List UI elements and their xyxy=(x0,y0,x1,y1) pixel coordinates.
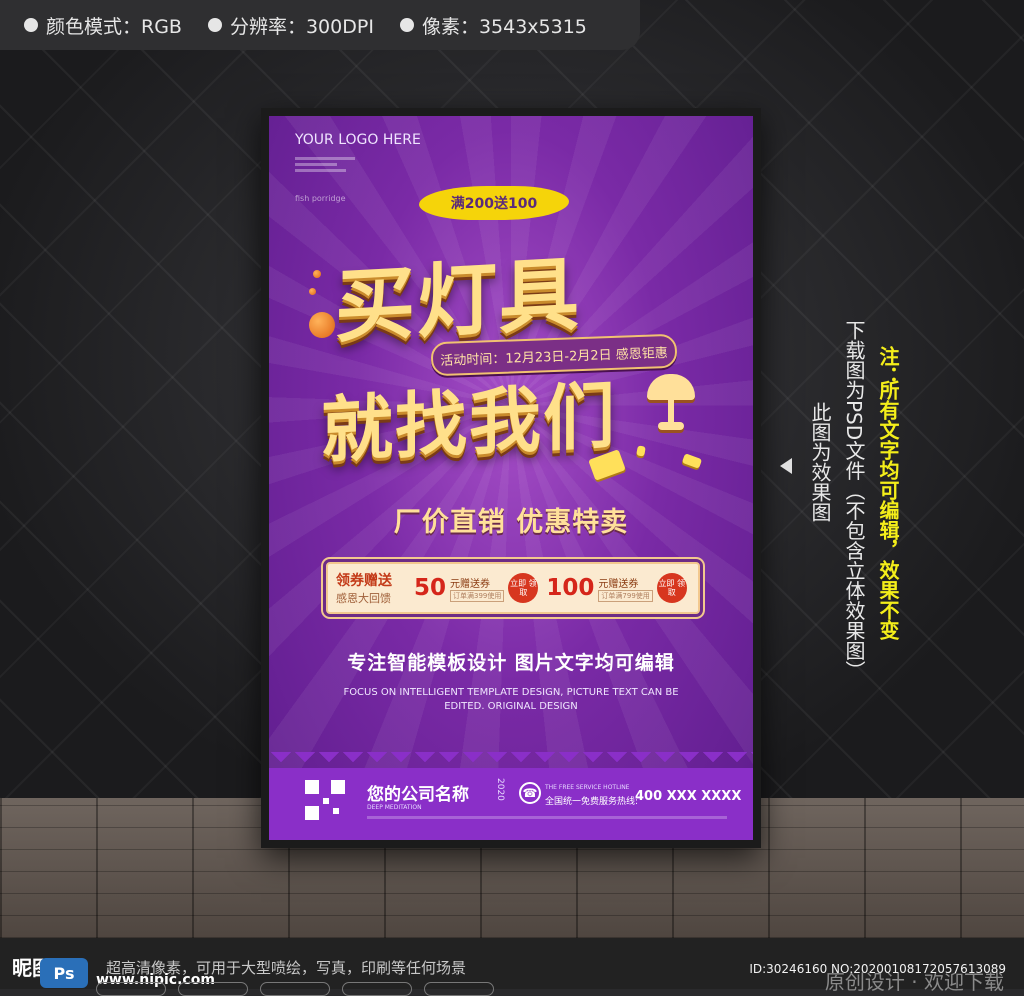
claim-button[interactable]: 立即 领取 xyxy=(656,573,687,603)
company-english: DEEP MEDITATION xyxy=(367,804,422,811)
tagline-english: FOCUS ON INTELLIGENT TEMPLATE DESIGN, PI… xyxy=(343,687,679,712)
hotline-english: THE FREE SERVICE HOTLINE xyxy=(545,784,630,791)
orange-dot-icon xyxy=(313,270,321,278)
coupon-amount: 100 xyxy=(546,575,595,601)
left-arrow-icon xyxy=(780,458,792,474)
headline-line2: 就找我们 xyxy=(321,373,618,473)
color-mode-info: 颜色模式：RGB xyxy=(24,12,182,39)
tag-chip[interactable] xyxy=(96,982,166,996)
pixels-text: 像素：3543x5315 xyxy=(421,15,587,38)
coupon-title: 领券赠送 xyxy=(336,573,392,589)
pixels-info: 像素：3543x5315 xyxy=(399,12,587,39)
color-mode-text: 颜色模式：RGB xyxy=(46,15,182,38)
coupon-item: 100 元赠送券 订单满799使用 立即 领取 xyxy=(546,573,687,603)
coupon-bar: 领券赠送 感恩大回馈 50 元赠送券 订单满399使用 立即 领取 100 元赠… xyxy=(326,562,700,614)
coupon-item: 50 元赠送券 订单满399使用 立即 领取 xyxy=(414,573,539,603)
tag-chip[interactable] xyxy=(178,982,248,996)
poster-logo: YOUR LOGO HERE xyxy=(295,132,421,148)
coupon-label: 元赠送券 xyxy=(450,578,491,590)
tag-chip[interactable] xyxy=(342,982,412,996)
coupon-title-block: 领券赠送 感恩大回馈 xyxy=(336,570,406,606)
qr-code-icon xyxy=(305,780,345,820)
claim-button[interactable]: 立即 领取 xyxy=(508,573,539,603)
subhead: 厂价直销 优惠特卖 xyxy=(393,507,629,538)
bullet-icon xyxy=(399,18,414,32)
id-number: ID:30246160 NO:20200108172057613089 xyxy=(749,962,1006,976)
coupon-note: 订单满799使用 xyxy=(598,589,653,602)
bullet-icon xyxy=(207,18,222,32)
coupon-amount: 50 xyxy=(414,575,447,601)
logo-subtext-lines xyxy=(295,154,355,175)
download-note: 下载图为PSD文件（不包含立体效果图） xyxy=(842,320,866,681)
tagline: 专注智能模板设计 图片文字均可编辑 xyxy=(347,652,675,674)
logo-tag: fish porridge xyxy=(295,194,346,203)
promo-tag: 满200送100 xyxy=(419,186,569,220)
effect-note: 此图为效果图 xyxy=(808,402,832,522)
footer-fine-print-line xyxy=(367,816,727,819)
orange-dot-icon xyxy=(309,288,316,295)
coupon-coin-icon xyxy=(681,453,703,469)
phone-icon: ☎ xyxy=(519,782,541,804)
ps-badge-icon: Ps xyxy=(40,958,88,988)
bullet-icon xyxy=(24,18,38,32)
hotline-label: 全国统一免费服务热线: xyxy=(545,797,639,807)
coupon-coin-icon xyxy=(636,445,646,457)
resolution-text: 分辨率：300DPI xyxy=(229,15,374,38)
phone-number: 400 XXX XXXX xyxy=(635,789,742,804)
tag-chip[interactable] xyxy=(424,982,494,996)
company-year: 2020 xyxy=(495,778,505,801)
poster: YOUR LOGO HERE fish porridge 满200送100 买灯… xyxy=(269,116,753,840)
resolution-info: 分辨率：300DPI xyxy=(207,12,374,39)
coupon-label: 元赠送券 xyxy=(598,578,639,590)
tag-chips xyxy=(96,982,494,996)
tag-chip[interactable] xyxy=(260,982,330,996)
company-name: 您的公司名称 xyxy=(367,785,469,805)
top-info-bar: 颜色模式：RGB 分辨率：300DPI 像素：3543x5315 xyxy=(0,0,640,50)
coupon-note: 订单满399使用 xyxy=(450,589,505,602)
coupon-subtitle: 感恩大回馈 xyxy=(336,592,391,605)
orange-ball-icon xyxy=(309,312,335,338)
edit-note: 所有文字均可编辑，效果不变 xyxy=(876,380,900,640)
lamp-icon xyxy=(647,374,695,436)
